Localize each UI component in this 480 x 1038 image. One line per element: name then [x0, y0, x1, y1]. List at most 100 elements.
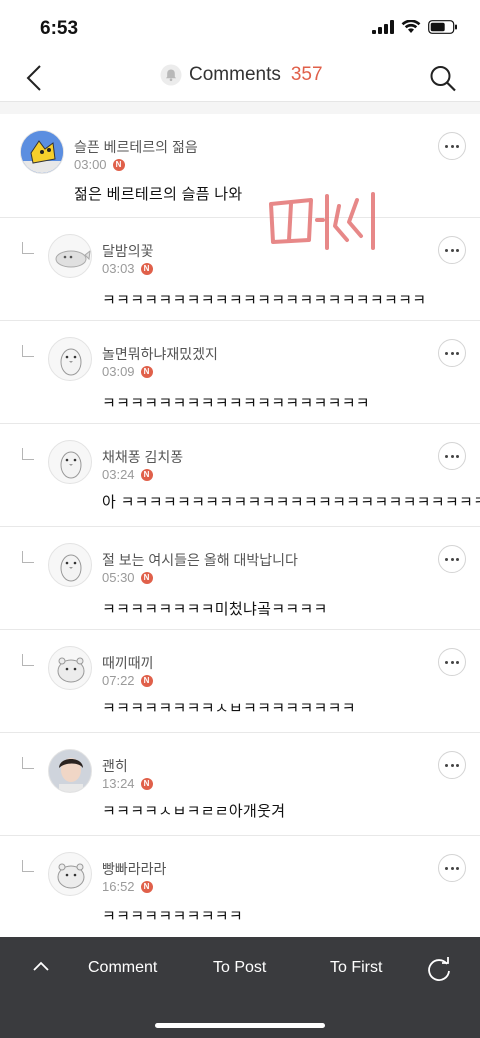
comment-list: 슬픈 베르테르의 젊음 03:00 N 젊은 베르테르의 슬픔 나와 달밤의꽃 …: [0, 114, 480, 940]
status-bar: 6:53: [0, 0, 480, 56]
navigation-bar: Comments 357: [0, 56, 480, 100]
handwritten-annotation-drawing: [269, 192, 375, 250]
comment-author[interactable]: 때끼때끼: [102, 653, 154, 673]
new-badge: N: [112, 158, 125, 171]
new-badge: N: [140, 674, 153, 687]
new-badge: N: [140, 365, 153, 378]
comment-meta: 03:09 N: [102, 364, 153, 379]
more-options-button[interactable]: [438, 648, 466, 676]
more-options-button[interactable]: [438, 854, 466, 882]
comment-body: 아 ㅋㅋㅋㅋㅋㅋㅋㅋㅋㅋㅋㅋㅋㅋㅋㅋㅋㅋㅋㅋㅋㅋㅋㅋㅋㅋ: [102, 494, 480, 511]
avatar[interactable]: [48, 440, 92, 484]
penguin-avatar-icon: [60, 554, 82, 582]
hippo-avatar-icon: [57, 863, 85, 889]
back-icon[interactable]: [22, 62, 52, 94]
comment-author[interactable]: 슬픈 베르테르의 젊음: [74, 137, 198, 157]
reply-item: 채채퐁 김치퐁 03:24 N 아 ㅋㅋㅋㅋㅋㅋㅋㅋㅋㅋㅋㅋㅋㅋㅋㅋㅋㅋㅋㅋㅋㅋ…: [0, 424, 480, 527]
comment-time: 03:09: [102, 364, 135, 379]
reply-item: 때끼때끼 07:22 N ㅋㅋㅋㅋㅋㅋㅋㅋㅅㅂㅋㅋㅋㅋㅋㅋㅋㅋ: [0, 630, 480, 733]
comment-meta: 05:30 N: [102, 570, 153, 585]
bell-icon[interactable]: [160, 64, 182, 86]
comment-author[interactable]: 괜히: [102, 756, 128, 776]
penguin-avatar-icon: [60, 348, 82, 376]
reply-indicator-icon: [22, 757, 34, 769]
comment-time: 07:22: [102, 673, 135, 688]
refresh-icon[interactable]: [425, 955, 453, 983]
comment-time: 05:30: [102, 570, 135, 585]
more-options-button[interactable]: [438, 751, 466, 779]
avatar[interactable]: [48, 852, 92, 896]
hippo-avatar-icon: [57, 657, 85, 683]
more-options-button[interactable]: [438, 236, 466, 264]
comment-meta: 13:24 N: [102, 776, 153, 791]
wifi-icon: [401, 20, 421, 33]
comment-button[interactable]: Comment: [88, 959, 157, 977]
comment-author[interactable]: 놀면뭐하냐재밌겠지: [102, 344, 218, 364]
comment-author[interactable]: 빵빠라라라: [102, 859, 166, 879]
comment-time: 16:52: [102, 879, 135, 894]
section-gap: [0, 102, 480, 114]
avatar[interactable]: [48, 234, 92, 278]
comment-time: 03:24: [102, 467, 135, 482]
search-icon[interactable]: [428, 62, 458, 94]
reply-item: 놀면뭐하냐재밌겠지 03:09 N ㅋㅋㅋㅋㅋㅋㅋㅋㅋㅋㅋㅋㅋㅋㅋㅋㅋㅋㅋ: [0, 321, 480, 424]
comment-meta: 03:00 N: [74, 157, 125, 172]
comment-body: ㅋㅋㅋㅋㅅㅂㅋㄹㄹ아개웃겨: [102, 803, 286, 820]
reply-indicator-icon: [22, 242, 34, 254]
reply-indicator-icon: [22, 654, 34, 666]
reply-indicator-icon: [22, 345, 34, 357]
new-badge: N: [140, 468, 153, 481]
avatar[interactable]: [48, 543, 92, 587]
comment-body: ㅋㅋㅋㅋㅋㅋㅋㅋ미첬냐곸ㅋㅋㅋㅋ: [102, 601, 328, 618]
comment-item: 슬픈 베르테르의 젊음 03:00 N 젊은 베르테르의 슬픔 나와: [0, 114, 480, 218]
comment-body: ㅋㅋㅋㅋㅋㅋㅋㅋㅋㅋㅋㅋㅋㅋㅋㅋㅋㅋㅋㅋㅋㅋㅋ: [102, 292, 427, 309]
comment-meta: 03:03 N: [102, 261, 153, 276]
bottom-toolbar: Comment To Post To First: [0, 937, 480, 1038]
comment-author[interactable]: 달밤의꽃: [102, 241, 154, 261]
avatar[interactable]: [48, 749, 92, 793]
comment-meta: 16:52 N: [102, 879, 153, 894]
comment-body: ㅋㅋㅋㅋㅋㅋㅋㅋㅅㅂㅋㅋㅋㅋㅋㅋㅋㅋ: [102, 700, 356, 717]
penguin-avatar-icon: [60, 451, 82, 479]
to-first-button[interactable]: To First: [330, 959, 382, 977]
comment-meta: 03:24 N: [102, 467, 153, 482]
comment-author[interactable]: 절 보는 여시들은 올해 대박납니다: [102, 550, 298, 570]
cellular-signal-icon: [372, 20, 394, 34]
home-indicator: [155, 1023, 325, 1028]
avatar[interactable]: [48, 337, 92, 381]
more-options-button[interactable]: [438, 545, 466, 573]
seal-avatar-icon: [55, 249, 91, 268]
avatar[interactable]: [48, 646, 92, 690]
new-badge: N: [140, 880, 153, 893]
new-badge: N: [140, 777, 153, 790]
more-options-button[interactable]: [438, 339, 466, 367]
reply-item: 빵빠라라라 16:52 N ㅋㅋㅋㅋㅋㅋㅋㅋㅋㅋ: [0, 836, 480, 940]
reply-item: 절 보는 여시들은 올해 대박납니다 05:30 N ㅋㅋㅋㅋㅋㅋㅋㅋ미첬냐곸ㅋ…: [0, 527, 480, 630]
chevron-up-icon[interactable]: [31, 959, 51, 973]
comment-body: 젊은 베르테르의 슬픔 나와: [74, 186, 243, 203]
new-badge: N: [140, 571, 153, 584]
more-options-button[interactable]: [438, 132, 466, 160]
reply-item: 달밤의꽃 03:03 N ㅋㅋㅋㅋㅋㅋㅋㅋㅋㅋㅋㅋㅋㅋㅋㅋㅋㅋㅋㅋㅋㅋㅋ: [0, 218, 480, 321]
to-post-button[interactable]: To Post: [213, 959, 266, 977]
comment-body: ㅋㅋㅋㅋㅋㅋㅋㅋㅋㅋ: [102, 908, 244, 925]
reply-indicator-icon: [22, 860, 34, 872]
page-title: Comments: [189, 64, 281, 85]
battery-icon: [428, 20, 457, 34]
avatar[interactable]: [20, 130, 64, 174]
comment-time: 03:00: [74, 157, 107, 172]
yellow-character-avatar-icon: [21, 131, 63, 173]
status-icons: [372, 20, 458, 34]
more-options-button[interactable]: [438, 442, 466, 470]
comment-author[interactable]: 채채퐁 김치퐁: [102, 447, 183, 467]
nav-title-group: Comments 357: [160, 64, 323, 86]
reply-indicator-icon: [22, 448, 34, 460]
status-time: 6:53: [40, 18, 79, 39]
comment-count: 357: [290, 64, 323, 85]
comment-meta: 07:22 N: [102, 673, 153, 688]
reply-item: 괜히 13:24 N ㅋㅋㅋㅋㅅㅂㅋㄹㄹ아개웃겨: [0, 733, 480, 836]
new-badge: N: [140, 262, 153, 275]
comment-body: ㅋㅋㅋㅋㅋㅋㅋㅋㅋㅋㅋㅋㅋㅋㅋㅋㅋㅋㅋ: [102, 395, 370, 412]
person-photo-avatar-icon: [49, 750, 91, 792]
reply-indicator-icon: [22, 551, 34, 563]
